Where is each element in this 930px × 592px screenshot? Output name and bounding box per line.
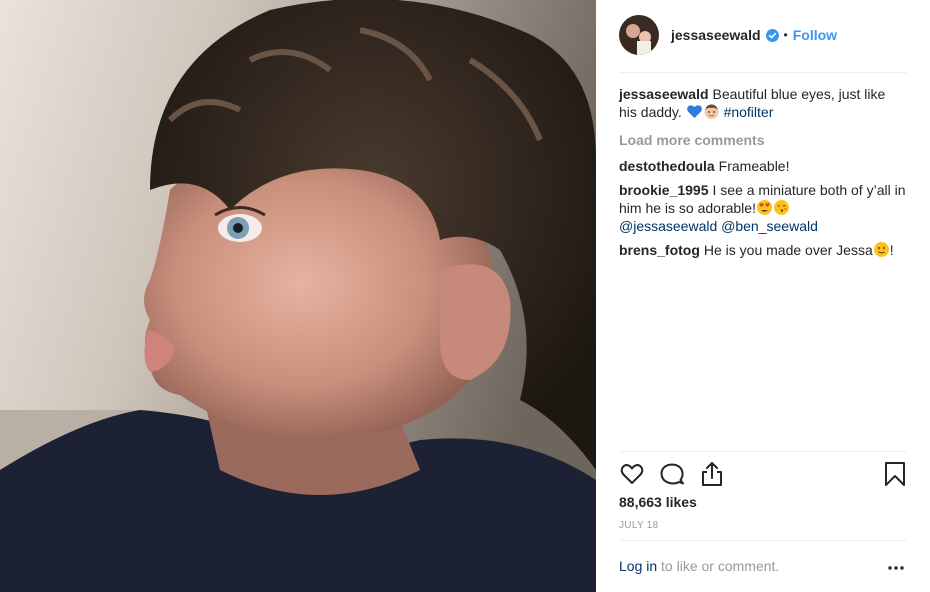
verified-badge-icon [765, 28, 779, 42]
login-link[interactable]: Log in [619, 558, 657, 574]
kissing-face-icon [773, 200, 789, 215]
comment-text: Frameable! [718, 158, 790, 174]
post-date[interactable]: JULY 18 [619, 520, 659, 531]
comment: destothedoula Frameable! [619, 157, 907, 175]
comment-suffix: ! [889, 242, 894, 258]
instagram-post: jessaseewald • Follow jessaseewald Beauti… [0, 0, 930, 592]
hashtag-link[interactable]: #nofilter [724, 104, 774, 120]
more-options-icon[interactable] [888, 566, 904, 570]
bookmark-icon[interactable] [882, 461, 908, 487]
author-username[interactable]: jessaseewald [671, 27, 761, 43]
caption-username[interactable]: jessaseewald [619, 86, 709, 102]
comment-mentions[interactable]: @jessaseewald @ben_seewald [619, 218, 818, 234]
comment-text: He is you made over Jessa [703, 242, 873, 258]
author-avatar[interactable] [619, 15, 659, 55]
comment-username[interactable]: brookie_1995 [619, 182, 709, 198]
share-icon[interactable] [699, 461, 725, 487]
comments-section: jessaseewald Beautiful blue eyes, just li… [619, 85, 907, 265]
follow-button[interactable]: Follow [793, 27, 837, 43]
comment: brens_fotog He is you made over Jessa! [619, 241, 907, 259]
header-divider [619, 72, 907, 73]
actions-divider [619, 451, 907, 452]
header-separator: • [783, 28, 788, 42]
photo-child-profile [0, 0, 596, 592]
login-prompt: Log in to like or comment. [619, 558, 907, 574]
comment: brookie_1995 I see a miniature both of y’… [619, 181, 907, 235]
heart-eyes-icon [756, 200, 772, 215]
caption: jessaseewald Beautiful blue eyes, just li… [619, 85, 907, 121]
comment-username[interactable]: brens_fotog [619, 242, 700, 258]
action-bar [619, 459, 907, 489]
post-photo[interactable] [0, 0, 596, 592]
post-header: jessaseewald • Follow [619, 14, 907, 56]
likes-count[interactable]: 88,663 likes [619, 494, 697, 510]
heart-icon[interactable] [619, 461, 645, 487]
blue-heart-icon [686, 105, 702, 118]
load-more-comments-button[interactable]: Load more comments [619, 131, 907, 149]
footer-divider [619, 540, 907, 541]
boy-face-icon [704, 104, 719, 119]
slight-smile-icon [873, 242, 889, 257]
login-prompt-text: to like or comment. [657, 558, 780, 574]
post-sidebar: jessaseewald • Follow jessaseewald Beauti… [596, 0, 930, 592]
comment-icon[interactable] [659, 461, 685, 487]
comment-username[interactable]: destothedoula [619, 158, 715, 174]
